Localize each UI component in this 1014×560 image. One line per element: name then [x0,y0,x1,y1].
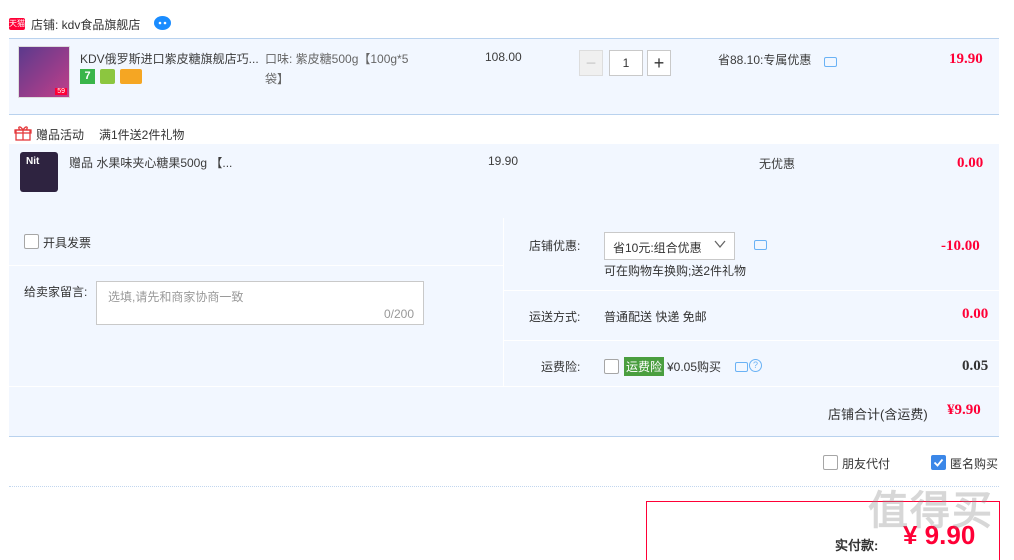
insurance-checkbox[interactable] [604,359,619,374]
gift-header: 赠品活动 [36,128,85,142]
insurance-info-icon[interactable] [735,362,748,372]
insurance-tag: 运费险 [624,357,665,376]
wangwang-chat-icon[interactable] [154,16,171,30]
insurance-amount: 0.05 [962,358,989,374]
anonymous-label: 匿名购买 [950,457,999,471]
shop-name-link[interactable]: 店铺: kdv食品旗舰店 [31,16,140,33]
credit-card-icon [120,69,142,84]
help-question-icon[interactable]: ? [749,359,762,372]
message-placeholder: 选填,请先和商家协商一致 [108,290,244,304]
item-promo[interactable]: 省88.10:专属优惠 [718,51,811,68]
invoice-checkbox[interactable] [24,234,39,249]
shipping-label: 运送方式: [529,310,581,324]
gift-promo: 无优惠 [759,157,796,171]
gift-subtotal: 0.00 [957,155,984,171]
friend-pay-checkbox[interactable] [823,455,838,470]
insurance-price: ¥0.05购买 [667,360,722,374]
seven-day-return-icon: 7 [80,69,95,84]
invoice-label: 开具发票 [43,236,92,250]
gift-price: 19.90 [488,154,519,168]
friend-pay-label: 朋友代付 [842,457,891,471]
panel-divider [503,218,504,386]
gift-rule: 满1件送2件礼物 [99,128,185,142]
gift-thumbnail[interactable]: Nit [20,152,58,192]
quantity-plus-button[interactable]: + [647,50,671,76]
sku-line-2: 袋】 [265,72,290,86]
promo-info-icon[interactable] [824,57,837,67]
shop-discount-label: 店铺优惠: [529,239,581,253]
shipping-amount: 0.00 [962,306,989,322]
quantity-input[interactable]: 1 [609,50,643,76]
divider [9,486,999,487]
product-title-link[interactable]: KDV俄罗斯进口紫皮糖旗舰店巧... [80,50,259,67]
guarantee-icon [100,69,115,84]
message-label: 给卖家留言: [24,285,88,299]
shop-total-label: 店铺合计(含运费) [828,407,928,422]
shop-discount-selected: 省10元:组合优惠 [613,241,702,255]
sku-line-1: 口味: 紫皮糖500g【100g*5 [265,52,409,66]
unit-price: 108.00 [485,50,522,64]
gift-name[interactable]: 赠品 水果味夹心糖果500g 【... [69,154,232,171]
actual-pay-amount: ¥ 9.90 [903,520,976,550]
product-thumbnail[interactable]: 59 [18,46,70,98]
message-counter: 0/200 [383,307,414,321]
chevron-down-icon [714,238,726,253]
seller-message-input[interactable]: 选填,请先和商家协商一致 0/200 [96,281,424,325]
quantity-minus-button[interactable]: − [579,50,603,76]
insurance-label: 运费险: [541,360,581,374]
shop-discount-select[interactable]: 省10元:组合优惠 [604,232,735,260]
item-subtotal: 19.90 [949,51,983,67]
tmall-badge-icon: 天猫 [9,18,25,30]
shop-total-amount: ¥9.90 [947,402,981,418]
anonymous-checkbox[interactable] [931,455,946,470]
gift-box-icon [14,125,32,144]
shop-discount-note: 可在购物车换购;送2件礼物 [604,264,747,278]
actual-pay-label: 实付款: [835,538,879,553]
discount-info-icon[interactable] [754,240,767,250]
shipping-value: 普通配送 快递 免邮 [604,310,707,324]
check-icon [933,458,944,467]
shop-discount-amount: -10.00 [941,238,980,254]
